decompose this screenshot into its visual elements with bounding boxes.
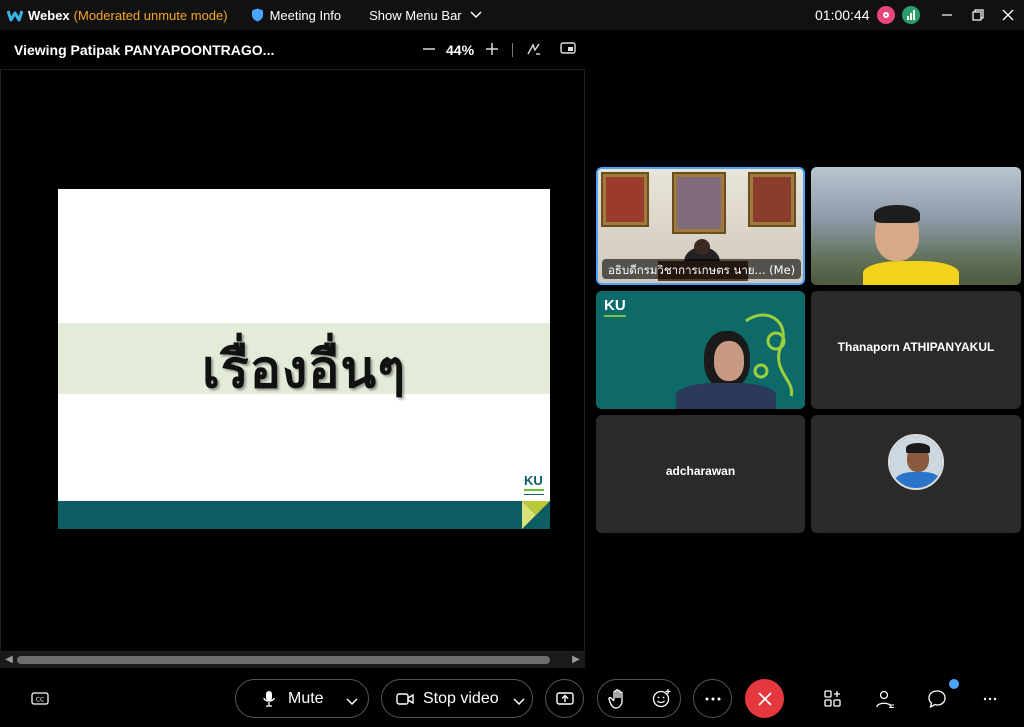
ku-logo: KU: [604, 297, 626, 314]
close-icon: [757, 691, 772, 706]
chevron-down-icon: [346, 698, 358, 706]
participant-hair: [874, 205, 920, 223]
meeting-info-button[interactable]: Meeting Info: [270, 8, 342, 23]
apps-icon: [824, 690, 841, 707]
participant-figure: [694, 239, 710, 255]
svg-text:CC: CC: [36, 697, 44, 704]
slide-footer-bar: [58, 501, 550, 529]
participant-name-label: อธิบดีกรมวิชาการเกษตร นาย... (Me): [602, 259, 802, 279]
stop-video-label: Stop video: [423, 689, 499, 707]
chat-button[interactable]: [924, 686, 950, 712]
share-title: Viewing Patipak PANYAPOONTRAGO...: [14, 42, 275, 58]
slide-corner-graphic: [522, 501, 550, 529]
slide-title: เรื่องอื่นๆ: [201, 340, 407, 400]
participant-shirt: [863, 261, 959, 285]
minimize-icon[interactable]: [932, 0, 962, 30]
more-options-button[interactable]: [693, 679, 732, 718]
participant-tile[interactable]: [811, 167, 1021, 285]
participant-tile-self[interactable]: อธิบดีกรมวิชาการเกษตร นาย... (Me): [596, 167, 805, 285]
participants-icon: [876, 690, 894, 708]
title-bar: Webex (Moderated unmute mode) Meeting In…: [0, 0, 1024, 30]
scroll-left-icon[interactable]: ◀: [3, 654, 15, 666]
share-button[interactable]: [545, 679, 584, 718]
portrait-frame: [672, 172, 726, 234]
network-signal-icon[interactable]: [902, 6, 920, 24]
show-menu-bar-label: Show Menu Bar: [369, 7, 462, 23]
shared-slide: เรื่องอื่นๆ KU: [58, 189, 550, 529]
scroll-right-icon[interactable]: ▶: [570, 654, 582, 666]
video-camera-icon: [396, 692, 414, 705]
more-icon: [983, 697, 997, 701]
slide-logo-bar: [524, 489, 544, 491]
emoji-icon: [652, 689, 671, 708]
zoom-level[interactable]: 44%: [446, 42, 474, 58]
chat-icon: [928, 690, 946, 709]
restore-icon[interactable]: [963, 0, 993, 30]
participant-tile[interactable]: adcharawan: [596, 415, 805, 533]
zoom-out-icon[interactable]: [421, 39, 437, 59]
app-name: Webex: [28, 7, 70, 23]
slide-logo-bar: [524, 494, 544, 495]
webex-logo-icon: [7, 10, 23, 22]
annotate-icon[interactable]: [526, 41, 542, 57]
meeting-toolbar: CC Mute Stop video: [0, 668, 1024, 727]
participant-tile[interactable]: KU: [596, 291, 805, 409]
leave-meeting-button[interactable]: [745, 679, 784, 718]
participants-button[interactable]: [872, 686, 898, 712]
slide-logo: KU: [524, 473, 543, 488]
pop-out-icon[interactable]: [560, 41, 576, 57]
mute-button[interactable]: Mute: [236, 680, 330, 717]
reactions-button[interactable]: [652, 688, 672, 713]
stop-video-button[interactable]: Stop video: [382, 680, 502, 717]
portrait-frame: [748, 172, 796, 227]
shield-icon: [251, 8, 263, 22]
close-icon[interactable]: [993, 0, 1023, 30]
ku-logo-bar: [604, 315, 626, 317]
chevron-down-icon: [470, 11, 482, 19]
more-panels-button[interactable]: [977, 686, 1003, 712]
captions-icon[interactable]: CC: [27, 686, 53, 712]
video-control: Stop video: [381, 679, 533, 718]
raise-hand-icon: [608, 689, 623, 709]
participant-face: [714, 341, 744, 381]
participant-tile[interactable]: Thanaporn ATHIPANYAKUL: [811, 291, 1021, 409]
microphone-icon: [263, 690, 275, 707]
shared-content-area[interactable]: เรื่องอื่นๆ KU: [0, 69, 585, 652]
reactions-control: [597, 679, 681, 718]
participant-shirt: [676, 383, 776, 409]
show-menu-bar-button[interactable]: Show Menu Bar: [369, 8, 482, 23]
mute-control: Mute: [235, 679, 369, 718]
divider: [512, 43, 513, 57]
share-screen-icon: [555, 691, 574, 705]
recording-icon[interactable]: [877, 6, 895, 24]
mute-options-button[interactable]: [346, 693, 358, 711]
chevron-down-icon: [513, 698, 525, 706]
raise-hand-button[interactable]: [608, 688, 628, 715]
share-header: Viewing Patipak PANYAPOONTRAGO... 44%: [0, 30, 585, 70]
more-icon: [705, 697, 720, 700]
participant-name: Thanaporn ATHIPANYAKUL: [837, 340, 995, 354]
mute-label: Mute: [288, 689, 324, 707]
horizontal-scrollbar[interactable]: ◀ ▶: [0, 652, 585, 668]
unmute-mode-label: (Moderated unmute mode): [73, 7, 228, 23]
participant-name: adcharawan: [665, 464, 736, 478]
zoom-in-icon[interactable]: [484, 39, 500, 59]
chat-notification-badge: [949, 679, 959, 689]
video-options-button[interactable]: [513, 693, 525, 711]
portrait-frame: [601, 172, 649, 227]
meeting-timer: 01:00:44: [815, 7, 870, 23]
apps-button[interactable]: [820, 686, 846, 712]
scrollbar-thumb[interactable]: [17, 656, 550, 664]
avatar: [888, 434, 944, 490]
participant-tile[interactable]: [811, 415, 1021, 533]
